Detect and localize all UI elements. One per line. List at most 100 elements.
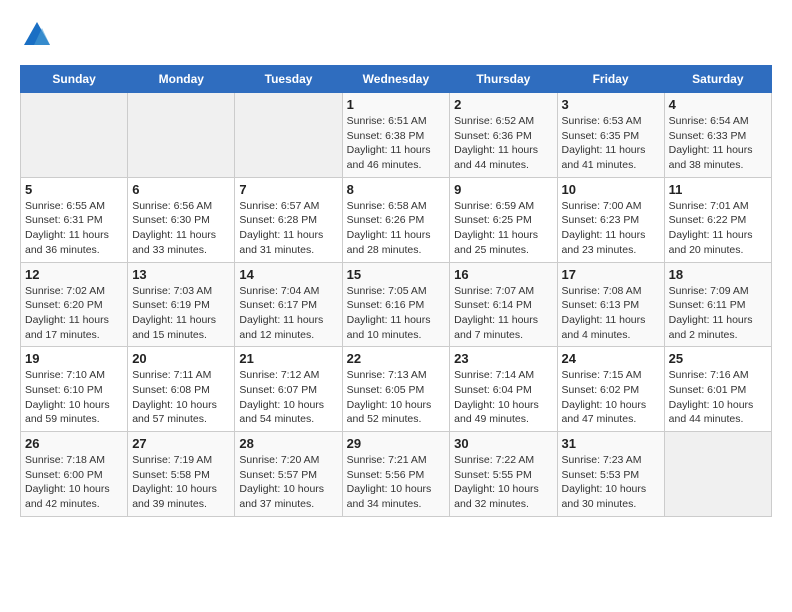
calendar-week-row: 12 Sunrise: 7:02 AM Sunset: 6:20 PM Dayli…	[21, 262, 772, 347]
calendar-cell: 7 Sunrise: 6:57 AM Sunset: 6:28 PM Daylig…	[235, 177, 342, 262]
day-info: Sunrise: 6:51 AM Sunset: 6:38 PM Dayligh…	[347, 114, 446, 173]
calendar-cell: 19 Sunrise: 7:10 AM Sunset: 6:10 PM Dayli…	[21, 347, 128, 432]
day-number: 13	[132, 267, 230, 282]
day-number: 7	[239, 182, 337, 197]
day-of-week-header: Wednesday	[342, 66, 450, 93]
day-of-week-header: Saturday	[664, 66, 771, 93]
calendar-cell: 27Sunrise: 7:19 AM Sunset: 5:58 PM Dayli…	[128, 432, 235, 517]
day-info: Sunrise: 6:55 AM Sunset: 6:31 PM Dayligh…	[25, 199, 123, 258]
day-number: 1	[347, 97, 446, 112]
day-number: 24	[562, 351, 660, 366]
day-info: Sunrise: 6:57 AM Sunset: 6:28 PM Dayligh…	[239, 199, 337, 258]
day-info: Sunrise: 6:54 AM Sunset: 6:33 PM Dayligh…	[669, 114, 767, 173]
calendar-cell	[235, 93, 342, 178]
day-of-week-header: Monday	[128, 66, 235, 93]
day-of-week-header: Sunday	[21, 66, 128, 93]
calendar-cell: 23 Sunrise: 7:14 AM Sunset: 6:04 PM Dayli…	[450, 347, 557, 432]
calendar-cell: 3 Sunrise: 6:53 AM Sunset: 6:35 PM Daylig…	[557, 93, 664, 178]
page-header	[20, 20, 772, 55]
day-info: Sunrise: 6:59 AM Sunset: 6:25 PM Dayligh…	[454, 199, 552, 258]
calendar-cell: 17Sunrise: 7:08 AM Sunset: 6:13 PM Dayli…	[557, 262, 664, 347]
day-info: Sunrise: 6:56 AM Sunset: 6:30 PM Dayligh…	[132, 199, 230, 258]
calendar-cell: 6 Sunrise: 6:56 AM Sunset: 6:30 PM Daylig…	[128, 177, 235, 262]
calendar-cell: 16Sunrise: 7:07 AM Sunset: 6:14 PM Dayli…	[450, 262, 557, 347]
day-number: 20	[132, 351, 230, 366]
day-number: 30	[454, 436, 552, 451]
calendar-cell: 30 Sunrise: 7:22 AM Sunset: 5:55 PM Dayli…	[450, 432, 557, 517]
day-info: Sunrise: 7:16 AM Sunset: 6:01 PM Dayligh…	[669, 368, 767, 427]
day-info: Sunrise: 7:20 AM Sunset: 5:57 PM Dayligh…	[239, 453, 337, 512]
day-info: Sunrise: 6:52 AM Sunset: 6:36 PM Dayligh…	[454, 114, 552, 173]
day-info: Sunrise: 6:58 AM Sunset: 6:26 PM Dayligh…	[347, 199, 446, 258]
calendar-cell: 12 Sunrise: 7:02 AM Sunset: 6:20 PM Dayli…	[21, 262, 128, 347]
calendar-cell: 1 Sunrise: 6:51 AM Sunset: 6:38 PM Daylig…	[342, 93, 450, 178]
day-info: Sunrise: 7:10 AM Sunset: 6:10 PM Dayligh…	[25, 368, 123, 427]
calendar-week-row: 5 Sunrise: 6:55 AM Sunset: 6:31 PM Daylig…	[21, 177, 772, 262]
calendar-cell: 5 Sunrise: 6:55 AM Sunset: 6:31 PM Daylig…	[21, 177, 128, 262]
day-info: Sunrise: 7:15 AM Sunset: 6:02 PM Dayligh…	[562, 368, 660, 427]
day-of-week-header: Friday	[557, 66, 664, 93]
calendar-cell: 20 Sunrise: 7:11 AM Sunset: 6:08 PM Dayli…	[128, 347, 235, 432]
calendar-week-row: 19 Sunrise: 7:10 AM Sunset: 6:10 PM Dayli…	[21, 347, 772, 432]
calendar-cell: 4Sunrise: 6:54 AM Sunset: 6:33 PM Daylig…	[664, 93, 771, 178]
day-number: 27	[132, 436, 230, 451]
day-number: 28	[239, 436, 337, 451]
day-number: 15	[347, 267, 446, 282]
calendar-cell: 24 Sunrise: 7:15 AM Sunset: 6:02 PM Dayli…	[557, 347, 664, 432]
day-info: Sunrise: 6:53 AM Sunset: 6:35 PM Dayligh…	[562, 114, 660, 173]
calendar-cell: 11Sunrise: 7:01 AM Sunset: 6:22 PM Dayli…	[664, 177, 771, 262]
day-number: 29	[347, 436, 446, 451]
calendar-cell: 13 Sunrise: 7:03 AM Sunset: 6:19 PM Dayli…	[128, 262, 235, 347]
day-info: Sunrise: 7:02 AM Sunset: 6:20 PM Dayligh…	[25, 284, 123, 343]
day-number: 19	[25, 351, 123, 366]
day-info: Sunrise: 7:03 AM Sunset: 6:19 PM Dayligh…	[132, 284, 230, 343]
day-number: 17	[562, 267, 660, 282]
day-number: 14	[239, 267, 337, 282]
calendar-header-row: SundayMondayTuesdayWednesdayThursdayFrid…	[21, 66, 772, 93]
day-info: Sunrise: 7:22 AM Sunset: 5:55 PM Dayligh…	[454, 453, 552, 512]
calendar-cell: 26 Sunrise: 7:18 AM Sunset: 6:00 PM Dayli…	[21, 432, 128, 517]
day-number: 8	[347, 182, 446, 197]
day-info: Sunrise: 7:11 AM Sunset: 6:08 PM Dayligh…	[132, 368, 230, 427]
day-number: 26	[25, 436, 123, 451]
calendar-cell	[128, 93, 235, 178]
day-number: 5	[25, 182, 123, 197]
day-info: Sunrise: 7:13 AM Sunset: 6:05 PM Dayligh…	[347, 368, 446, 427]
day-number: 12	[25, 267, 123, 282]
day-number: 23	[454, 351, 552, 366]
calendar-cell: 14 Sunrise: 7:04 AM Sunset: 6:17 PM Dayli…	[235, 262, 342, 347]
calendar-week-row: 26 Sunrise: 7:18 AM Sunset: 6:00 PM Dayli…	[21, 432, 772, 517]
calendar-cell: 15Sunrise: 7:05 AM Sunset: 6:16 PM Dayli…	[342, 262, 450, 347]
day-info: Sunrise: 7:04 AM Sunset: 6:17 PM Dayligh…	[239, 284, 337, 343]
calendar-cell	[664, 432, 771, 517]
day-info: Sunrise: 7:18 AM Sunset: 6:00 PM Dayligh…	[25, 453, 123, 512]
day-info: Sunrise: 7:01 AM Sunset: 6:22 PM Dayligh…	[669, 199, 767, 258]
calendar-cell: 28 Sunrise: 7:20 AM Sunset: 5:57 PM Dayli…	[235, 432, 342, 517]
day-number: 2	[454, 97, 552, 112]
calendar-cell	[21, 93, 128, 178]
day-info: Sunrise: 7:23 AM Sunset: 5:53 PM Dayligh…	[562, 453, 660, 512]
calendar-cell: 25 Sunrise: 7:16 AM Sunset: 6:01 PM Dayli…	[664, 347, 771, 432]
day-number: 9	[454, 182, 552, 197]
day-number: 25	[669, 351, 767, 366]
day-info: Sunrise: 7:07 AM Sunset: 6:14 PM Dayligh…	[454, 284, 552, 343]
day-of-week-header: Thursday	[450, 66, 557, 93]
calendar-cell: 10Sunrise: 7:00 AM Sunset: 6:23 PM Dayli…	[557, 177, 664, 262]
day-info: Sunrise: 7:00 AM Sunset: 6:23 PM Dayligh…	[562, 199, 660, 258]
calendar-cell: 9 Sunrise: 6:59 AM Sunset: 6:25 PM Daylig…	[450, 177, 557, 262]
calendar-table: SundayMondayTuesdayWednesdayThursdayFrid…	[20, 65, 772, 517]
day-info: Sunrise: 7:14 AM Sunset: 6:04 PM Dayligh…	[454, 368, 552, 427]
day-info: Sunrise: 7:09 AM Sunset: 6:11 PM Dayligh…	[669, 284, 767, 343]
day-info: Sunrise: 7:12 AM Sunset: 6:07 PM Dayligh…	[239, 368, 337, 427]
day-number: 6	[132, 182, 230, 197]
day-of-week-header: Tuesday	[235, 66, 342, 93]
day-number: 3	[562, 97, 660, 112]
logo	[20, 20, 52, 55]
calendar-cell: 2 Sunrise: 6:52 AM Sunset: 6:36 PM Daylig…	[450, 93, 557, 178]
day-number: 31	[562, 436, 660, 451]
calendar-cell: 29Sunrise: 7:21 AM Sunset: 5:56 PM Dayli…	[342, 432, 450, 517]
calendar-cell: 21Sunrise: 7:12 AM Sunset: 6:07 PM Dayli…	[235, 347, 342, 432]
calendar-cell: 8 Sunrise: 6:58 AM Sunset: 6:26 PM Daylig…	[342, 177, 450, 262]
calendar-week-row: 1 Sunrise: 6:51 AM Sunset: 6:38 PM Daylig…	[21, 93, 772, 178]
calendar-body: 1 Sunrise: 6:51 AM Sunset: 6:38 PM Daylig…	[21, 93, 772, 517]
